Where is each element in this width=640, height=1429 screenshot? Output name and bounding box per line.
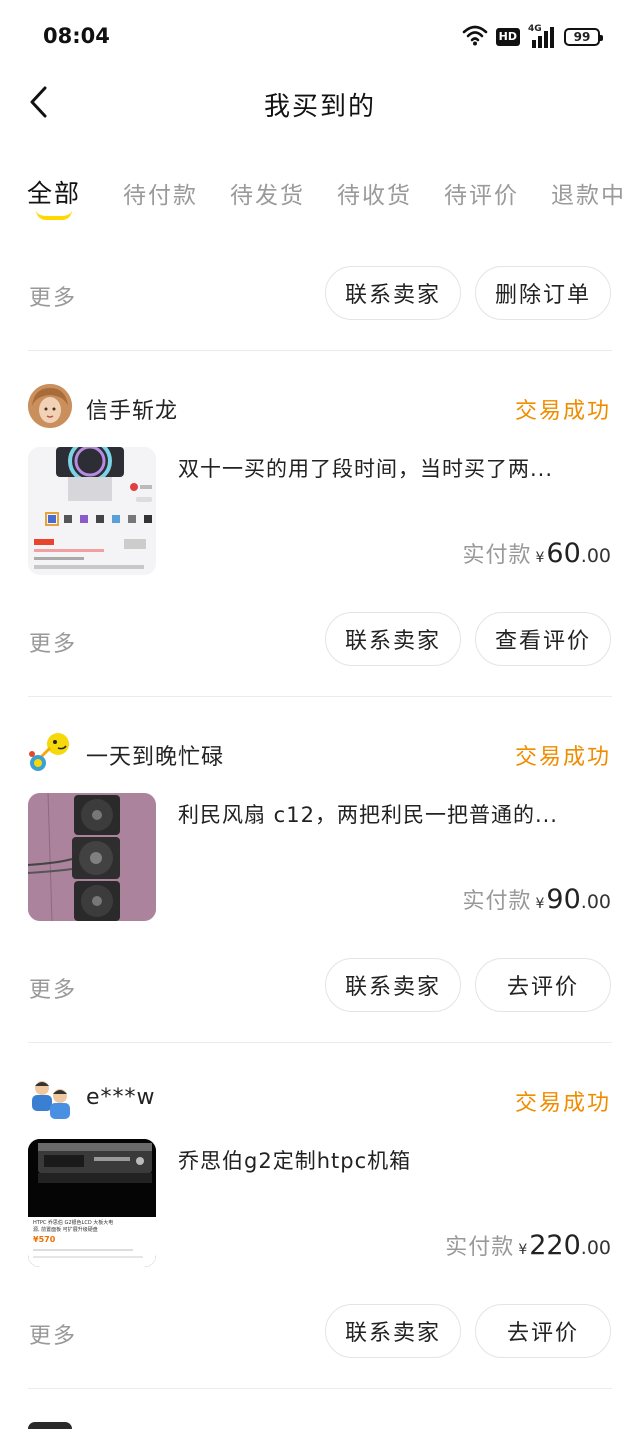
status-time: 08:04 [43, 24, 110, 48]
view-review-button[interactable]: 查看评价 [475, 612, 611, 666]
page-title: 我买到的 [263, 92, 376, 122]
seller-name[interactable]: 一天到晚忙碌 [86, 739, 224, 771]
thumbnail-caption-line: 源, 前置面板 可扩展升级硬盘 [33, 1227, 98, 1233]
product-title[interactable]: 双十一买的用了段时间，当时买了两... [178, 453, 608, 483]
write-review-button[interactable]: 去评价 [475, 1304, 611, 1358]
more-button[interactable]: 更多 [29, 1318, 77, 1350]
more-button[interactable]: 更多 [29, 280, 77, 312]
order-status: 交易成功 [514, 1091, 611, 1116]
price-decimal: .00 [580, 1237, 611, 1259]
tab-refunding[interactable]: 退款中 [551, 176, 626, 210]
wifi-icon [462, 24, 488, 50]
price-integer: 90 [546, 884, 581, 915]
product-title[interactable]: 乔思伯g2定制htpc机箱 [178, 1145, 608, 1175]
contact-seller-button[interactable]: 联系卖家 [325, 958, 461, 1012]
hd-icon: HD [495, 28, 520, 46]
price-decimal: .00 [580, 545, 611, 567]
price-row: 实付款 ¥ 220 .00 [445, 1229, 611, 1261]
seller-name[interactable]: e***w [86, 1085, 156, 1110]
price-label: 实付款 [462, 889, 532, 914]
divider [28, 696, 612, 697]
tab-pending-receipt[interactable]: 待收货 [337, 176, 412, 210]
price-currency: ¥ [518, 1242, 528, 1258]
order-status: 交易成功 [514, 399, 611, 424]
price-row: 实付款 ¥ 90 .00 [462, 883, 611, 915]
delete-order-button[interactable]: 删除订单 [475, 266, 611, 320]
thumbnail-caption-placeholder [33, 1256, 143, 1258]
price-currency: ¥ [535, 896, 545, 912]
divider [28, 350, 612, 351]
tab-pending-shipment[interactable]: 待发货 [230, 176, 305, 210]
battery-icon: 99 [564, 28, 603, 46]
price-integer: 220 [529, 1230, 581, 1261]
nav-bar: 我买到的 [0, 72, 640, 136]
active-tab-indicator [36, 210, 72, 220]
price-decimal: .00 [580, 891, 611, 913]
thumbnail-caption-price: ¥570 [33, 1235, 56, 1244]
product-thumbnail[interactable]: HTPC 乔思伯 G2银色LCD 大板大电 源, 前置面板 可扩展升级硬盘 ¥5… [28, 1139, 156, 1267]
avatar [28, 1076, 72, 1120]
thumbnail-caption-placeholder [33, 1249, 133, 1251]
write-review-button[interactable]: 去评价 [475, 958, 611, 1012]
signal-icon: 4G [528, 24, 556, 48]
thumbnail-caption-line: HTPC 乔思伯 G2银色LCD 大板大电 [33, 1220, 114, 1226]
more-button[interactable]: 更多 [29, 626, 77, 658]
avatar [28, 1422, 72, 1429]
price-currency: ¥ [535, 550, 545, 566]
product-thumbnail[interactable] [28, 793, 156, 921]
seller-name[interactable]: 信手斩龙 [86, 393, 178, 425]
divider [28, 1042, 612, 1043]
divider [28, 1388, 612, 1389]
avatar [28, 730, 72, 774]
price-label: 实付款 [462, 543, 532, 568]
network-type: 4G [528, 24, 542, 34]
contact-seller-button[interactable]: 联系卖家 [325, 1304, 461, 1358]
price-integer: 60 [546, 538, 581, 569]
order-tabs: 全部 待付款 待发货 待收货 待评价 退款中 [0, 168, 640, 228]
thumbnail-caption: HTPC 乔思伯 G2银色LCD 大板大电 源, 前置面板 可扩展升级硬盘 ¥5… [28, 1217, 156, 1267]
avatar [28, 384, 72, 428]
tab-all[interactable]: 全部 [27, 174, 81, 210]
tab-pending-review[interactable]: 待评价 [444, 176, 519, 210]
order-status: 交易成功 [514, 745, 611, 770]
battery-level: 99 [573, 30, 591, 44]
product-thumbnail[interactable] [28, 447, 156, 575]
product-title[interactable]: 利民风扇 c12，两把利民一把普通的... [178, 799, 608, 829]
tab-pending-payment[interactable]: 待付款 [123, 176, 198, 210]
price-row: 实付款 ¥ 60 .00 [462, 537, 611, 569]
status-icons: HD 4G 99 [462, 24, 603, 50]
price-label: 实付款 [445, 1235, 515, 1260]
more-button[interactable]: 更多 [29, 972, 77, 1004]
contact-seller-button[interactable]: 联系卖家 [325, 266, 461, 320]
contact-seller-button[interactable]: 联系卖家 [325, 612, 461, 666]
status-bar: 08:04 HD 4G 99 [0, 0, 640, 72]
